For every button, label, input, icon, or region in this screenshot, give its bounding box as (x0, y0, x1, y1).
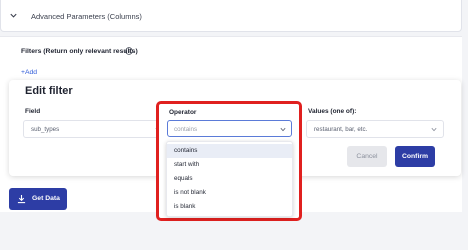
info-icon[interactable] (125, 47, 133, 55)
advanced-parameters-panel[interactable]: Advanced Parameters (Columns) (0, 0, 462, 32)
field-select[interactable]: sub_types (23, 120, 168, 138)
chevron-down-icon (431, 127, 437, 132)
operator-option-is-blank[interactable]: is blank (167, 200, 292, 214)
advanced-parameters-label: Advanced Parameters (Columns) (31, 12, 142, 21)
modal-title: Edit filter (25, 85, 73, 97)
field-select-value: sub_types (31, 126, 60, 133)
add-filter-link[interactable]: +Add (21, 69, 37, 76)
operator-select[interactable]: contains (167, 120, 292, 137)
operator-option-start-with[interactable]: start with (167, 158, 292, 172)
operator-select-placeholder: contains (174, 126, 198, 133)
chevron-down-icon (10, 13, 17, 18)
values-label: Values (one of): (308, 108, 357, 115)
operator-option-is-not-blank[interactable]: is not blank (167, 186, 292, 200)
values-select-value: restaurant, bar, etc. (314, 126, 368, 133)
confirm-button[interactable]: Confirm (395, 146, 435, 167)
operator-option-equals[interactable]: equals (167, 172, 292, 186)
operator-highlight: Operator contains contains start with eq… (156, 101, 302, 221)
cancel-button[interactable]: Cancel (347, 146, 387, 167)
field-label: Field (25, 108, 41, 115)
download-icon (17, 194, 26, 204)
operator-option-contains[interactable]: contains (167, 144, 292, 158)
chevron-down-icon (280, 127, 286, 132)
operator-dropdown: contains start with equals is not blank … (166, 141, 293, 217)
get-data-button[interactable]: Get Data (9, 188, 67, 210)
values-select[interactable]: restaurant, bar, etc. (306, 120, 444, 138)
operator-label: Operator (169, 109, 197, 116)
get-data-label: Get Data (32, 195, 60, 202)
filters-title: Filters (Return only relevant results) (21, 48, 138, 55)
